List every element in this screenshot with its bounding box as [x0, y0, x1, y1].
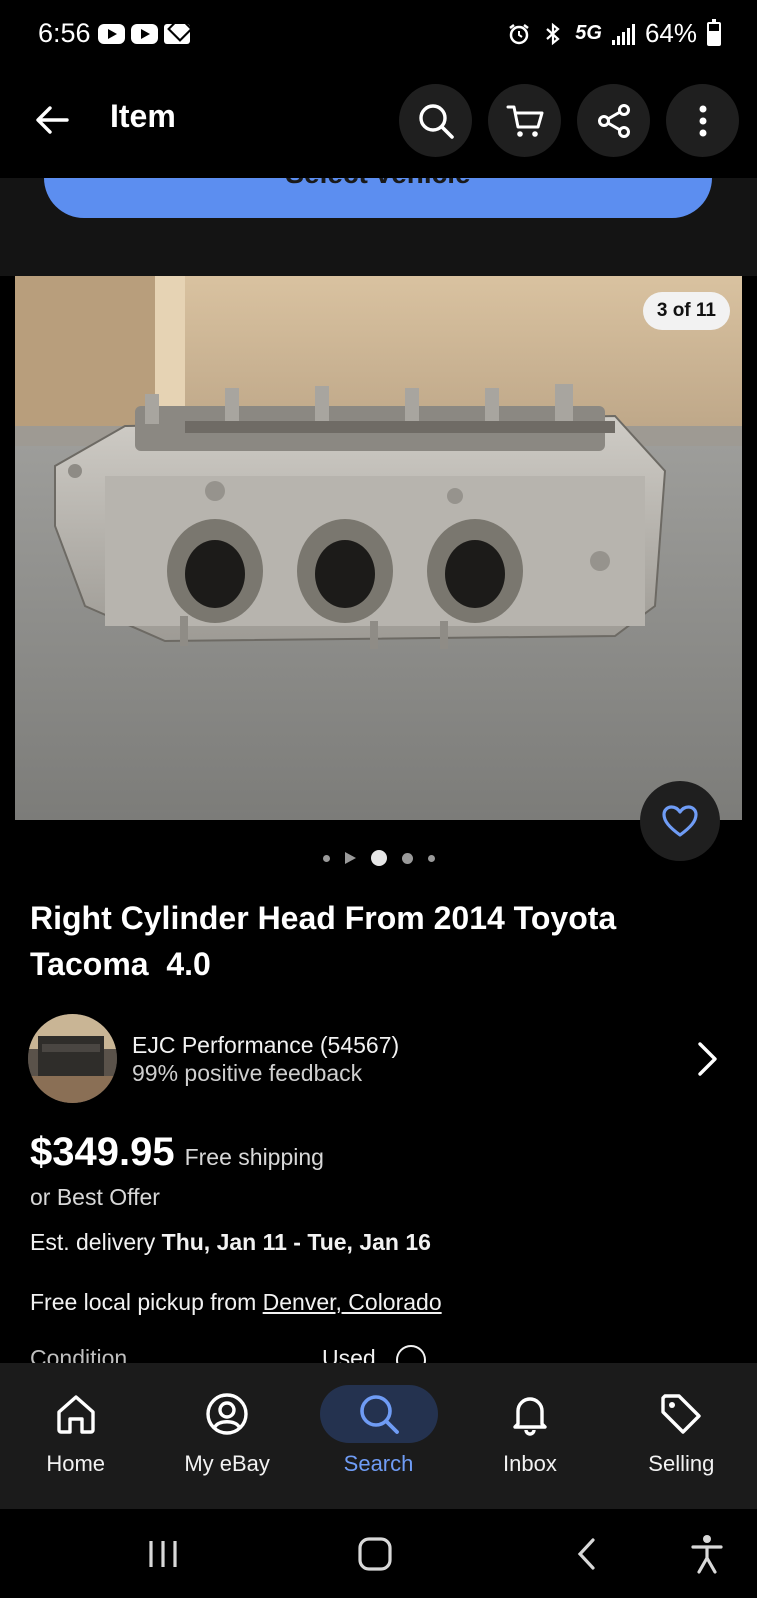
shipping-info: Free shipping	[184, 1144, 324, 1170]
back-system-button[interactable]	[562, 1531, 612, 1577]
more-vert-icon	[699, 105, 706, 136]
search-icon	[359, 1395, 399, 1434]
home-icon	[57, 1395, 95, 1434]
header-actions	[399, 84, 739, 157]
best-offer-text: or Best Offer	[30, 1184, 160, 1210]
pickup-location-link[interactable]: Denver, Colorado	[263, 1289, 442, 1315]
youtube-icon	[98, 24, 125, 44]
image-gallery[interactable]: 3 of 11	[15, 276, 742, 820]
bell-icon	[513, 1397, 547, 1436]
battery-percent: 64%	[644, 18, 697, 48]
system-nav-bar	[0, 1509, 757, 1598]
condition-row: Condition Used	[30, 1345, 730, 1363]
item-page: 6:56 5G 64% Item 3 of 11 Right Cylinder …	[0, 0, 757, 1598]
battery-icon	[707, 18, 721, 46]
tag-icon	[661, 1394, 702, 1434]
nav-selling[interactable]: Selling	[606, 1363, 757, 1509]
nav-home[interactable]: Home	[0, 1363, 151, 1509]
nav-selling-label: Selling	[648, 1451, 715, 1476]
image-counter: 3 of 11	[642, 292, 730, 330]
page-dot-active[interactable]	[370, 850, 387, 866]
cart-button[interactable]	[488, 84, 561, 157]
home-system-button[interactable]	[350, 1531, 400, 1577]
seller-avatar-image	[28, 1014, 117, 1103]
nav-home-label: Home	[46, 1451, 106, 1476]
app-header: Item	[0, 70, 757, 178]
status-time: 6:56	[38, 18, 91, 48]
back-button[interactable]	[24, 92, 80, 148]
share-icon	[597, 103, 630, 138]
bluetooth-icon	[546, 22, 560, 45]
page-dot[interactable]	[401, 852, 413, 864]
item-title: Right Cylinder Head From 2014 Toyota Tac…	[30, 900, 617, 982]
seller-name: EJC Performance (54567)	[132, 1032, 400, 1058]
chevron-right-icon[interactable]	[688, 1036, 728, 1082]
nav-search[interactable]: Search	[303, 1363, 454, 1509]
pickup-prefix: Free local pickup from	[30, 1289, 263, 1315]
nav-search-label: Search	[343, 1451, 414, 1476]
delivery-dates: Thu, Jan 11 - Tue, Jan 16	[161, 1229, 431, 1255]
bottom-nav: Home My eBay Search Inbox Selling	[0, 1363, 757, 1509]
nav-inbox[interactable]: Inbox	[454, 1363, 605, 1509]
search-button[interactable]	[399, 84, 472, 157]
alarm-icon	[509, 23, 530, 44]
recent-apps-icon	[149, 1541, 177, 1567]
nav-my-ebay[interactable]: My eBay	[151, 1363, 302, 1509]
notification-icons	[98, 24, 190, 44]
vehicle-section: Select vehicle	[0, 178, 757, 276]
video-indicator-icon[interactable]	[344, 852, 356, 864]
home-square-icon	[358, 1537, 392, 1571]
seller-avatar	[28, 1014, 117, 1103]
select-vehicle-button[interactable]: Select vehicle	[44, 178, 712, 218]
delivery-estimate: Est. delivery Thu, Jan 11 - Tue, Jan 16	[30, 1229, 431, 1256]
page-dot[interactable]	[427, 854, 435, 862]
condition-label: Condition	[30, 1345, 128, 1363]
info-icon[interactable]	[396, 1345, 426, 1363]
seller-feedback: 99% positive feedback	[132, 1060, 363, 1086]
delivery-prefix: Est. delivery	[30, 1229, 162, 1255]
cart-icon	[506, 105, 543, 137]
recent-apps-button[interactable]	[138, 1531, 188, 1577]
user-circle-icon	[206, 1393, 248, 1435]
cylinder-head-photo	[15, 276, 742, 820]
youtube-icon	[131, 24, 158, 44]
mail-icon	[164, 24, 190, 44]
network-type: 5G	[575, 22, 602, 44]
status-bar: 6:56 5G 64%	[0, 0, 757, 70]
seller-row[interactable]: EJC Performance (54567) 99% positive fee…	[28, 1014, 728, 1104]
condition-value: Used	[322, 1345, 376, 1363]
share-button[interactable]	[577, 84, 650, 157]
back-chevron-icon	[577, 1538, 595, 1570]
nav-my-ebay-label: My eBay	[184, 1451, 270, 1476]
nav-inbox-label: Inbox	[503, 1451, 557, 1476]
accessibility-icon	[691, 1535, 723, 1574]
price-row: $349.95 Free shipping	[30, 1130, 324, 1175]
back-arrow-icon	[36, 106, 69, 134]
signal-icon	[611, 23, 635, 45]
item-price: $349.95	[30, 1130, 175, 1174]
page-dot[interactable]	[322, 854, 330, 862]
search-icon	[418, 103, 454, 139]
status-indicators: 5G 64%	[507, 18, 721, 49]
more-options-button[interactable]	[666, 84, 739, 157]
accessibility-button[interactable]	[682, 1531, 732, 1577]
heart-icon	[662, 805, 698, 837]
gallery-pagination	[0, 848, 757, 868]
page-title: Item	[110, 98, 176, 134]
local-pickup: Free local pickup from Denver, Colorado	[30, 1289, 442, 1316]
